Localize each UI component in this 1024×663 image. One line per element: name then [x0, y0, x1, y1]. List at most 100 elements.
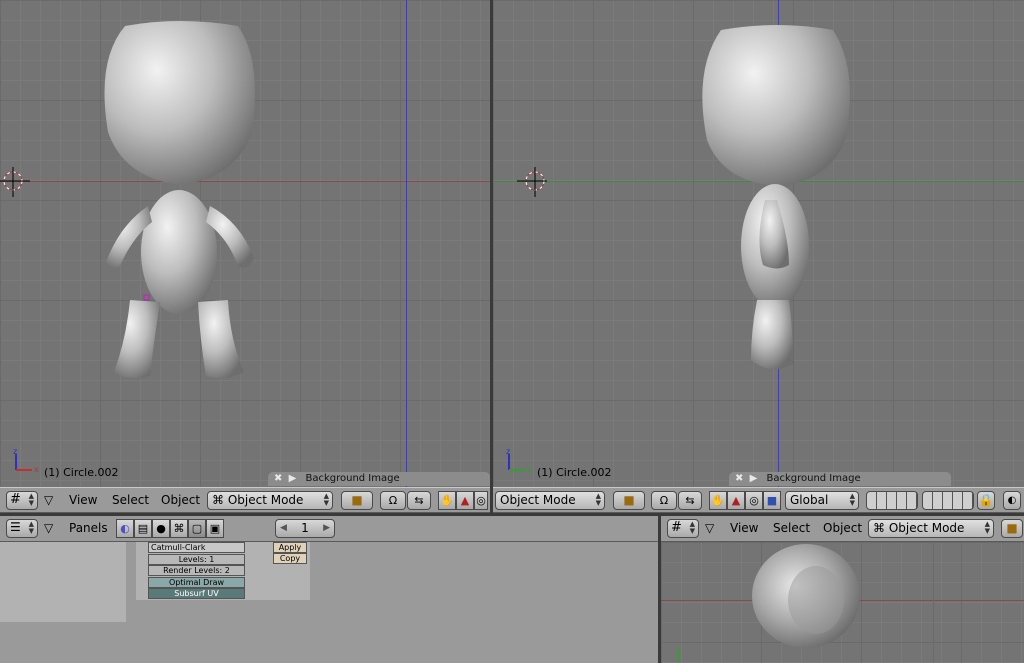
- subsurf-type-label: Catmull-Clark: [151, 543, 206, 552]
- menu-object[interactable]: Object: [161, 492, 200, 509]
- script-icon[interactable]: ▤: [134, 519, 152, 538]
- mode-select[interactable]: ⌘ Object Mode ▲ ▼: [868, 519, 994, 538]
- scale-icon[interactable]: ■: [763, 491, 781, 510]
- object-mode-icon: ⌘: [212, 493, 224, 507]
- svg-text:x: x: [34, 465, 39, 474]
- manipulator-button[interactable]: ⇆: [678, 491, 702, 510]
- rotate-icon[interactable]: ◎: [474, 491, 488, 510]
- mode-select[interactable]: ⌘ Object Mode ▲ ▼: [207, 491, 333, 510]
- buttons-window: ☰ ▲ ▼ ▽ Panels ◐ ▤ ● ⌘ ▢ ▣ ◀ 1 ▶ Catmull-…: [0, 516, 658, 663]
- panels-label[interactable]: Panels: [69, 520, 108, 537]
- manipulator-button[interactable]: ⇆: [407, 491, 431, 510]
- editor-type-button[interactable]: # ▲ ▼: [6, 491, 38, 510]
- frame-number-field[interactable]: ◀ 1 ▶: [275, 519, 335, 538]
- background-image-label: Background Image: [305, 473, 400, 484]
- panel-area-left: [0, 542, 126, 622]
- chevron-updown-icon: ▲ ▼: [28, 492, 34, 507]
- mode-label: Object Mode: [500, 493, 576, 507]
- layer-buttons-group-1[interactable]: [866, 491, 918, 510]
- chevron-updown-icon: ▲ ▼: [984, 520, 990, 535]
- menu-view[interactable]: View: [730, 520, 758, 537]
- hand-icon[interactable]: ✋: [709, 491, 727, 510]
- mode-label: Object Mode: [888, 521, 965, 535]
- viewport-side[interactable]: zy (1) Circle.002 ✖ ▶ Background Image: [493, 0, 1024, 487]
- lock-icon[interactable]: 🔒: [977, 491, 995, 510]
- grid-icon: #: [10, 492, 21, 507]
- pivot-button[interactable]: Ω: [651, 491, 677, 510]
- modifier-panel: Catmull-Clark Levels: 1 Render Levels: 2…: [136, 542, 310, 600]
- cube-icon: ■: [1006, 521, 1018, 535]
- layer-buttons-group-2[interactable]: [922, 491, 974, 510]
- draw-type-button[interactable]: ■: [613, 491, 645, 510]
- render-levels-field[interactable]: Render Levels: 2: [148, 565, 245, 576]
- viewport-front[interactable]: zx (1) Circle.002 ✖ ▶ Background Image: [0, 0, 490, 487]
- translate-icon[interactable]: ▲: [727, 491, 745, 510]
- shading-icon[interactable]: ●: [152, 519, 170, 538]
- menu-object[interactable]: Object: [823, 520, 862, 537]
- scene-icon[interactable]: ▣: [206, 519, 224, 538]
- draw-type-button[interactable]: ■: [1001, 519, 1023, 538]
- svg-text:z: z: [506, 448, 510, 456]
- subsurf-type-select[interactable]: Catmull-Clark: [148, 542, 245, 553]
- background-image-label: Background Image: [766, 473, 861, 484]
- mode-label: Object Mode: [227, 493, 304, 507]
- menu-view[interactable]: View: [69, 492, 97, 509]
- render-icon[interactable]: ◐: [1003, 491, 1021, 510]
- menu-select[interactable]: Select: [112, 492, 149, 509]
- object-name-label: (1) Circle.002: [44, 466, 119, 479]
- draw-type-button[interactable]: ■: [341, 491, 373, 510]
- editing-icon[interactable]: ▢: [188, 519, 206, 538]
- character-model-front[interactable]: [0, 0, 490, 487]
- svg-text:z: z: [13, 448, 17, 456]
- background-image-tab[interactable]: ✖ ▶ Background Image: [268, 472, 490, 486]
- transform-orientation-select[interactable]: Global ▲ ▼: [785, 491, 859, 510]
- levels-field[interactable]: Levels: 1: [148, 554, 245, 565]
- axis-gizmo-icon: zx: [13, 448, 39, 474]
- close-icon[interactable]: ✖: [274, 473, 282, 484]
- menu-select[interactable]: Select: [773, 520, 810, 537]
- list-icon: ☰: [10, 520, 21, 534]
- background-image-tab[interactable]: ✖ ▶ Background Image: [729, 472, 951, 486]
- subsurf-uv-toggle[interactable]: Subsurf UV: [148, 588, 245, 599]
- hand-icon[interactable]: ✋: [438, 491, 456, 510]
- 3d-cursor-icon[interactable]: [0, 167, 30, 197]
- cube-icon: ■: [351, 493, 363, 507]
- editor-type-button[interactable]: ☰ ▲ ▼: [6, 519, 38, 538]
- buttons-window-header: ☰ ▲ ▼ ▽ Panels ◐ ▤ ● ⌘ ▢ ▣ ◀ 1 ▶: [0, 516, 658, 542]
- collapse-menu-icon[interactable]: ▽: [705, 520, 714, 537]
- chevron-updown-icon: ▲ ▼: [595, 492, 601, 507]
- play-icon[interactable]: ▶: [289, 473, 297, 484]
- viewport-header-bottom-right: # ▲ ▼ ▽ View Select Object ⌘ Object Mode …: [661, 516, 1024, 542]
- viewport-top[interactable]: [661, 542, 1024, 663]
- apply-button[interactable]: Apply: [273, 542, 307, 553]
- mode-select[interactable]: Object Mode ▲ ▼: [495, 491, 605, 510]
- axis-gizmo-icon: zy: [506, 448, 532, 474]
- orientation-label: Global: [790, 493, 829, 507]
- frame-number: 1: [301, 521, 309, 535]
- editor-type-button[interactable]: # ▲ ▼: [667, 519, 699, 538]
- chevron-updown-icon: ▲ ▼: [323, 492, 329, 507]
- copy-button[interactable]: Copy: [273, 553, 307, 564]
- cube-icon: ■: [623, 493, 635, 507]
- optimal-draw-toggle[interactable]: Optimal Draw: [148, 577, 245, 588]
- character-model-side[interactable]: [493, 0, 1024, 487]
- collapse-menu-icon[interactable]: ▽: [44, 492, 53, 509]
- play-icon[interactable]: ▶: [750, 473, 758, 484]
- viewport-header-left: # ▲ ▼ ▽ View Select Object ⌘ Object Mode …: [0, 487, 490, 513]
- svg-text:y: y: [527, 465, 532, 474]
- close-icon[interactable]: ✖: [735, 473, 743, 484]
- character-model-top[interactable]: [661, 542, 1024, 663]
- object-icon[interactable]: ⌘: [170, 519, 188, 538]
- 3d-cursor-icon[interactable]: [517, 167, 547, 197]
- chevron-updown-icon: ▲ ▼: [689, 520, 695, 535]
- axis-gizmo-icon: [678, 648, 680, 662]
- object-name-label: (1) Circle.002: [537, 466, 612, 479]
- chevron-left-icon[interactable]: ◀: [280, 520, 287, 537]
- pivot-button[interactable]: Ω: [380, 491, 406, 510]
- logic-icon[interactable]: ◐: [116, 519, 134, 538]
- collapse-menu-icon[interactable]: ▽: [44, 520, 53, 537]
- chevron-updown-icon: ▲ ▼: [849, 492, 855, 507]
- translate-icon[interactable]: ▲: [456, 491, 474, 510]
- rotate-icon[interactable]: ◎: [745, 491, 763, 510]
- chevron-right-icon[interactable]: ▶: [323, 520, 330, 537]
